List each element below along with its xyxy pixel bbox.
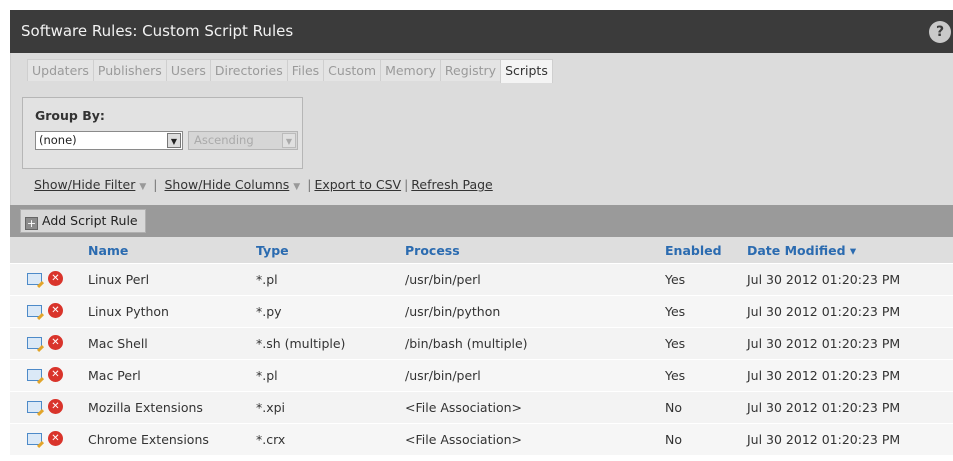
cell-name: Mac Shell (88, 336, 148, 351)
cell-enabled: Yes (665, 272, 686, 287)
cell-name: Chrome Extensions (88, 432, 209, 447)
cell-process: /usr/bin/perl (405, 368, 481, 383)
delete-icon[interactable]: ✕ (48, 399, 63, 414)
rules-panel: Updaters Publishers Users Directories Fi… (10, 53, 953, 205)
delete-icon[interactable]: ✕ (48, 431, 63, 446)
cell-process: <File Association> (405, 432, 523, 447)
table-row[interactable]: ✕ Mozilla Extensions *.xpi <File Associa… (10, 391, 953, 423)
cell-enabled: No (665, 432, 682, 447)
show-hide-filter-link[interactable]: Show/Hide Filter (34, 177, 135, 192)
table-header: Name Type Process Enabled Date Modified … (10, 237, 953, 263)
table-row[interactable]: ✕ Linux Python *.py /usr/bin/python Yes … (10, 295, 953, 327)
tab-custom[interactable]: Custom (323, 59, 382, 81)
edit-icon[interactable] (27, 369, 42, 381)
delete-icon[interactable]: ✕ (48, 367, 63, 382)
column-header-name[interactable]: Name (88, 243, 128, 258)
cell-name: Linux Python (88, 304, 169, 319)
refresh-page-link[interactable]: Refresh Page (411, 177, 492, 192)
help-icon[interactable]: ? (929, 21, 951, 43)
tab-directories[interactable]: Directories (209, 59, 288, 81)
action-links: Show/Hide Filter ▼ | Show/Hide Columns ▼ | Ex… (34, 177, 493, 192)
cell-type: *.py (256, 304, 282, 319)
tab-updaters[interactable]: Updaters (27, 59, 94, 81)
cell-name: Linux Perl (88, 272, 150, 287)
chevron-down-icon[interactable]: ▼ (167, 133, 181, 148)
cell-enabled: Yes (665, 304, 686, 319)
cell-enabled: Yes (665, 368, 686, 383)
cell-type: *.xpi (256, 400, 286, 415)
column-header-date-modified[interactable]: Date Modified ▾ (747, 243, 856, 258)
divider: | (307, 177, 312, 192)
column-header-process[interactable]: Process (405, 243, 460, 258)
chevron-down-icon: ▼ (282, 133, 296, 148)
title-bar: Software Rules: Custom Script Rules ? (10, 10, 953, 53)
page-title: Software Rules: Custom Script Rules (21, 22, 294, 40)
cell-type: *.pl (256, 368, 278, 383)
edit-icon[interactable] (27, 433, 42, 445)
cell-name: Mozilla Extensions (88, 400, 203, 415)
column-header-type[interactable]: Type (256, 243, 289, 258)
cell-process: <File Association> (405, 400, 523, 415)
add-script-rule-label: Add Script Rule (42, 213, 138, 228)
delete-icon[interactable]: ✕ (48, 303, 63, 318)
tab-registry[interactable]: Registry (439, 59, 502, 81)
tab-memory[interactable]: Memory (380, 59, 441, 81)
divider: | (153, 177, 158, 192)
plus-icon: + (25, 217, 38, 230)
cell-date-modified: Jul 30 2012 01:20:23 PM (747, 400, 901, 415)
cell-enabled: No (665, 400, 682, 415)
sort-order-value: Ascending (194, 133, 254, 147)
grid-toolbar: + Add Script Rule (10, 205, 953, 237)
table-row[interactable]: ✕ Chrome Extensions *.crx <File Associat… (10, 423, 953, 455)
caret-down-icon[interactable]: ▼ (139, 182, 146, 192)
edit-icon[interactable] (27, 337, 42, 349)
tab-scripts[interactable]: Scripts (500, 59, 553, 83)
edit-icon[interactable] (27, 273, 42, 285)
tab-users[interactable]: Users (165, 59, 211, 81)
cell-date-modified: Jul 30 2012 01:20:23 PM (747, 336, 901, 351)
table-row[interactable]: ✕ Mac Shell *.sh (multiple) /bin/bash (m… (10, 327, 953, 359)
cell-date-modified: Jul 30 2012 01:20:23 PM (747, 368, 901, 383)
tab-files[interactable]: Files (286, 59, 325, 81)
table-row[interactable]: ✕ Linux Perl *.pl /usr/bin/perl Yes Jul … (10, 263, 953, 295)
group-by-select[interactable]: (none) ▼ (35, 131, 183, 150)
edit-icon[interactable] (27, 305, 42, 317)
cell-type: *.pl (256, 272, 278, 287)
cell-date-modified: Jul 30 2012 01:20:23 PM (747, 272, 901, 287)
cell-date-modified: Jul 30 2012 01:20:23 PM (747, 432, 901, 447)
add-script-rule-button[interactable]: + Add Script Rule (20, 209, 146, 233)
sort-order-select: Ascending ▼ (188, 131, 298, 150)
group-by-box: Group By: (none) ▼ Ascending ▼ (22, 97, 303, 169)
tab-bar: Updaters Publishers Users Directories Fi… (27, 59, 553, 83)
table-row[interactable]: ✕ Mac Perl *.pl /usr/bin/perl Yes Jul 30… (10, 359, 953, 391)
cell-process: /usr/bin/perl (405, 272, 481, 287)
cell-type: *.sh (multiple) (256, 336, 346, 351)
group-by-value: (none) (39, 133, 77, 147)
group-by-label: Group By: (35, 108, 105, 123)
cell-process: /usr/bin/python (405, 304, 501, 319)
export-csv-link[interactable]: Export to CSV (314, 177, 401, 192)
delete-icon[interactable]: ✕ (48, 335, 63, 350)
script-rules-table: Name Type Process Enabled Date Modified … (10, 237, 953, 455)
edit-icon[interactable] (27, 401, 42, 413)
cell-type: *.crx (256, 432, 286, 447)
show-hide-columns-link[interactable]: Show/Hide Columns (165, 177, 290, 192)
tab-publishers[interactable]: Publishers (92, 59, 167, 81)
delete-icon[interactable]: ✕ (48, 271, 63, 286)
cell-enabled: Yes (665, 336, 686, 351)
caret-down-icon[interactable]: ▼ (293, 182, 300, 192)
cell-date-modified: Jul 30 2012 01:20:23 PM (747, 304, 901, 319)
cell-process: /bin/bash (multiple) (405, 336, 528, 351)
column-header-enabled[interactable]: Enabled (665, 243, 722, 258)
divider: | (404, 177, 409, 192)
cell-name: Mac Perl (88, 368, 141, 383)
